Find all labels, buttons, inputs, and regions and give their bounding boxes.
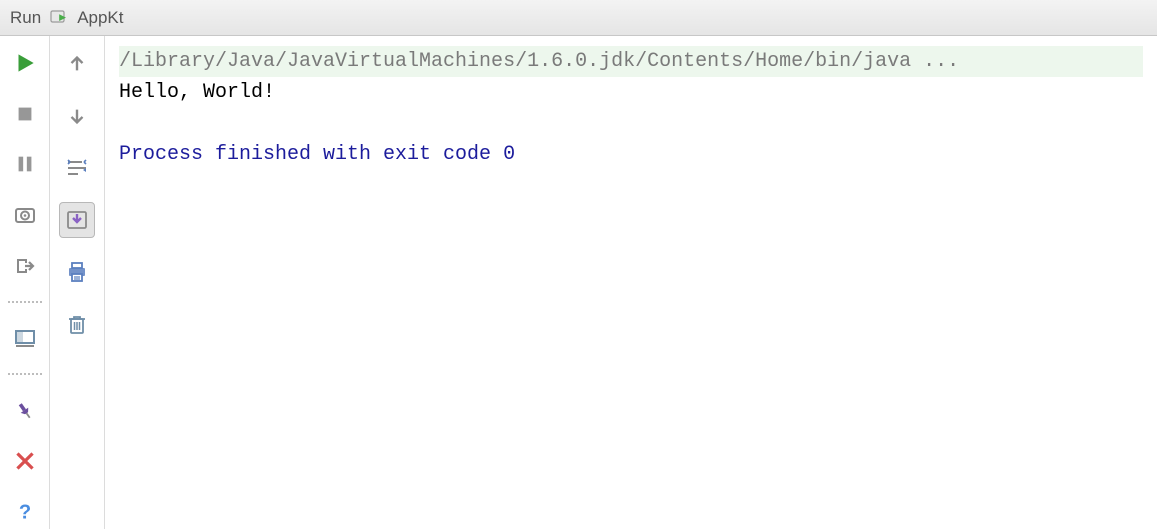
run-panel-header: Run AppKt: [0, 0, 1157, 36]
scroll-down-button[interactable]: [59, 98, 95, 134]
print-button[interactable]: [59, 254, 95, 290]
separator: [8, 373, 42, 375]
primary-toolbar: ?: [0, 36, 50, 529]
dump-threads-button[interactable]: [7, 198, 43, 233]
pause-button[interactable]: [7, 147, 43, 182]
rerun-button[interactable]: [7, 46, 43, 81]
soft-wrap-button[interactable]: [59, 150, 95, 186]
pin-button[interactable]: [7, 393, 43, 428]
run-config-icon: [49, 8, 69, 28]
console-exit-line: Process finished with exit code 0: [119, 143, 515, 166]
exit-button[interactable]: [7, 248, 43, 283]
console-command-line: /Library/Java/JavaVirtualMachines/1.6.0.…: [119, 46, 1143, 77]
run-config-name[interactable]: AppKt: [77, 8, 123, 28]
scroll-up-button[interactable]: [59, 46, 95, 82]
separator: [8, 301, 42, 303]
scroll-to-end-button[interactable]: [59, 202, 95, 238]
close-button[interactable]: [7, 444, 43, 479]
clear-all-button[interactable]: [59, 306, 95, 342]
run-panel-body: ?: [0, 36, 1157, 529]
console-stdout-line: Hello, World!: [119, 81, 275, 104]
layout-button[interactable]: [7, 321, 43, 356]
help-button[interactable]: ?: [7, 495, 43, 529]
console-output[interactable]: /Library/Java/JavaVirtualMachines/1.6.0.…: [105, 36, 1157, 529]
console-toolbar: [50, 36, 105, 529]
stop-button[interactable]: [7, 97, 43, 132]
panel-title: Run: [10, 8, 41, 28]
svg-text:?: ?: [18, 501, 30, 523]
